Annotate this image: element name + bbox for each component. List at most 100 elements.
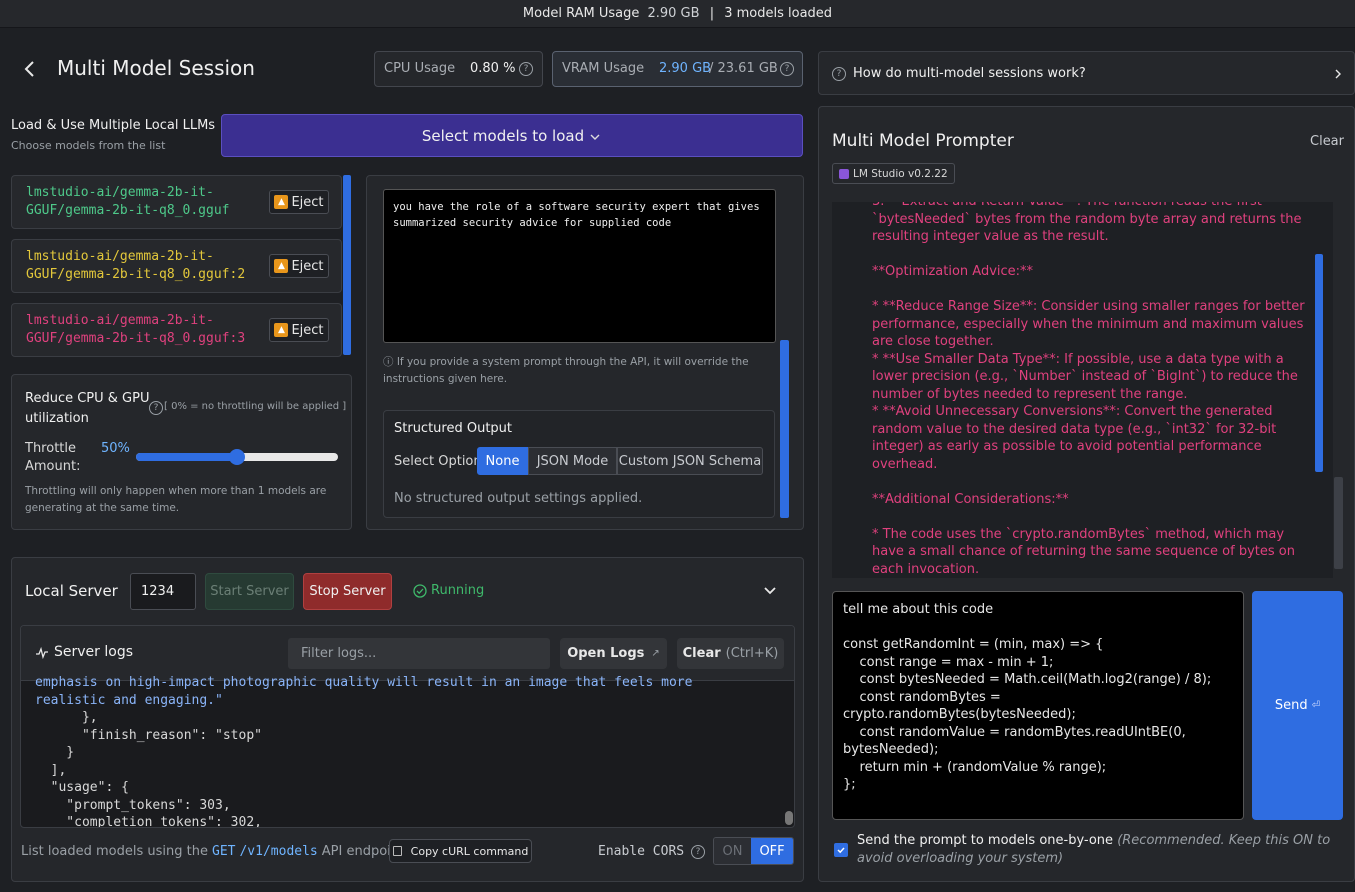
collapse-server-button[interactable] [761, 582, 779, 600]
log-line: ], [35, 762, 67, 778]
ram-usage-label: Model RAM Usage [522, 6, 640, 21]
structured-output-box: Structured Output Select Option None JSO… [383, 410, 775, 518]
log-line: "completion_tokens": 302, [35, 815, 262, 828]
logs-scrollbar[interactable] [785, 811, 793, 825]
load-subtitle: Choose models from the list [11, 139, 166, 152]
model-card[interactable]: lmstudio-ai/gemma-2b-it- GGUF/gemma-2b-it… [11, 175, 342, 229]
response-scrollbar[interactable] [1315, 254, 1323, 472]
eject-label: Eject [291, 194, 324, 210]
response-paragraph [872, 473, 1308, 491]
throttle-footer: Throttling will only happen when more th… [25, 485, 327, 514]
cors-off-option[interactable]: OFF [751, 838, 793, 864]
select-models-label: Select models to load [421, 126, 585, 145]
vram-usage-pill: VRAM Usage 2.90 GB / 23.61 GB ? [552, 51, 803, 87]
one-by-one-label: Send the prompt to models one-by-one (Re… [857, 832, 1333, 868]
outer-scrollbar[interactable] [1334, 477, 1343, 569]
response-paragraph [872, 508, 1308, 526]
select-models-button[interactable]: Select models to load [221, 114, 803, 157]
back-button[interactable] [18, 57, 42, 81]
model-card[interactable]: lmstudio-ai/gemma-2b-it- GGUF/gemma-2b-it… [11, 303, 342, 357]
activity-icon [36, 646, 48, 660]
eject-label: Eject [291, 322, 324, 338]
ram-usage-value: 2.90 GB [647, 6, 700, 21]
endpoint-path: /v1/models [239, 844, 318, 859]
response-paragraph: **Optimization Advice:** [872, 264, 1034, 279]
throttle-slider[interactable] [136, 449, 338, 465]
endpoint-method: GET [212, 844, 236, 859]
response-paragraph: * The code uses the `crypto.randomBytes`… [872, 526, 1295, 577]
throttle-slider-thumb[interactable] [229, 449, 245, 465]
structured-output-status: No structured output settings applied. [394, 491, 643, 506]
model-name-line: GGUF/gemma-2b-it-q8_0.gguf:2 [26, 267, 246, 282]
log-line: emphasis on high-impact photographic qua… [35, 675, 693, 690]
copy-curl-button[interactable]: Copy cURL command [389, 839, 532, 863]
cors-toggle[interactable]: ON OFF [713, 837, 794, 865]
chevron-left-icon [24, 61, 34, 77]
cors-on-option[interactable]: ON [714, 838, 752, 864]
response-area: 3. **Extract and Return Value**: The fun… [832, 202, 1333, 578]
one-by-one-checkbox[interactable] [834, 843, 848, 857]
app-logo-icon [839, 168, 849, 179]
response-paragraph: 3. **Extract and Return Value**: The fun… [872, 202, 1302, 244]
copy-icon [392, 846, 402, 856]
system-prompt-scrollbar[interactable] [780, 340, 789, 518]
ram-usage-bar: Model RAM Usage 2.90 GB | 3 models loade… [0, 0, 1355, 28]
model-name-line: GGUF/gemma-2b-it-q8_0.gguf [26, 203, 230, 218]
help-icon[interactable]: ? [780, 62, 794, 76]
eject-button[interactable]: ▲ Eject [269, 190, 329, 214]
log-line: realistic and engaging." [35, 692, 223, 708]
help-accordion[interactable]: ? How do multi-model sessions work? [818, 51, 1355, 95]
server-status-text: Running [431, 583, 485, 598]
send-button[interactable]: Send ⏎ [1252, 591, 1343, 820]
eject-icon: ▲ [274, 259, 289, 273]
copy-curl-label: Copy cURL command [410, 844, 529, 858]
stop-server-button[interactable]: Stop Server [303, 573, 392, 610]
eject-icon: ▲ [274, 323, 289, 337]
version-badge: LM Studio v0.2.22 [832, 163, 955, 184]
cors-label: Enable CORS [598, 844, 685, 859]
log-line: } [35, 745, 75, 760]
local-server-panel: Local Server 1234 Start Server Stop Serv… [11, 557, 804, 882]
checkbox-label: Send the prompt to models one-by-one [857, 833, 1114, 848]
help-icon[interactable]: ? [149, 401, 163, 415]
response-paragraph: * **Reduce Range Size**: Consider using … [872, 299, 1305, 349]
option-custom-json-schema[interactable]: Custom JSON Schema [617, 447, 763, 475]
external-link-icon: ↗ [651, 648, 660, 659]
eject-button[interactable]: ▲ Eject [269, 318, 329, 342]
clear-logs-label: Clear [682, 646, 721, 661]
response-paragraph [872, 246, 1308, 264]
help-icon[interactable]: ? [691, 845, 705, 859]
check-icon [837, 847, 845, 854]
cpu-usage-pill: CPU Usage 0.80 % ? [374, 51, 543, 87]
throttle-panel: Reduce CPU & GPU utilization ? [ 0% = no… [11, 374, 352, 530]
response-paragraph: * **Use Smaller Data Type**: If possible… [872, 351, 1298, 402]
option-none[interactable]: None [477, 447, 528, 475]
prompter-title: Multi Model Prompter [832, 131, 1014, 151]
eject-button[interactable]: ▲ Eject [269, 254, 329, 278]
system-prompt-info: ⓘ If you provide a system prompt through… [383, 356, 749, 385]
prompt-textarea[interactable]: tell me about this code const getRandomI… [832, 591, 1244, 820]
clear-logs-button[interactable]: Clear (Ctrl+K) [677, 638, 784, 669]
structured-option-group: None JSON Mode Custom JSON Schema [477, 447, 763, 475]
port-input[interactable]: 1234 [130, 573, 196, 610]
vram-total-value: / 23.61 GB [709, 61, 778, 76]
filter-logs-input[interactable]: Filter logs... [288, 638, 550, 669]
throttle-title: Reduce CPU & GPU utilization [25, 391, 150, 426]
select-option-label: Select Option [394, 454, 482, 469]
help-icon: ? [832, 67, 846, 81]
system-prompt-textarea[interactable]: you have the role of a software security… [383, 189, 776, 343]
open-logs-button[interactable]: Open Logs ↗ [560, 638, 667, 669]
log-line: "finish_reason": "stop" [35, 727, 262, 743]
start-server-button[interactable]: Start Server [205, 573, 294, 610]
option-json-mode[interactable]: JSON Mode [528, 447, 617, 475]
response-paragraph: **Additional Considerations:** [872, 491, 1069, 507]
model-list-scrollbar[interactable] [343, 175, 351, 355]
local-server-title: Local Server [25, 582, 118, 600]
help-icon[interactable]: ? [519, 62, 533, 76]
model-card[interactable]: lmstudio-ai/gemma-2b-it- GGUF/gemma-2b-it… [11, 239, 342, 293]
clear-shortcut: (Ctrl+K) [725, 646, 779, 661]
throttle-note: [ 0% = no throttling will be applied ] [164, 401, 347, 412]
prompter-clear-button[interactable]: Clear [1310, 134, 1344, 149]
server-status: Running [413, 583, 484, 598]
log-line: "prompt_tokens": 303, [35, 797, 231, 813]
